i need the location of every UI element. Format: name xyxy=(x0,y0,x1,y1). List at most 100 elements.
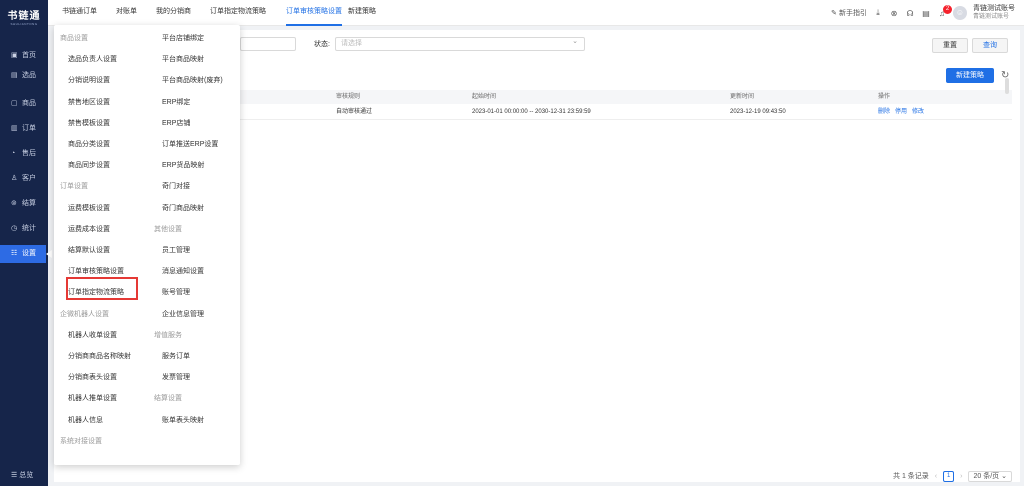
name-filter-input[interactable] xyxy=(240,37,296,51)
menu-group-label: 结算设置 xyxy=(154,395,182,403)
scrollbar[interactable] xyxy=(1005,78,1009,94)
menu-item[interactable]: 订单推送ERP设置 xyxy=(162,139,218,149)
guide-label: 新手指引 xyxy=(839,10,867,17)
menu-item[interactable]: 机器人推单设置 xyxy=(68,393,117,403)
tab-5[interactable]: 新建策略 xyxy=(348,0,376,26)
row-start-time: 2023-01-01 00:00:00 -- 2030-12-31 23:59:… xyxy=(472,109,591,115)
sidebar-item-4[interactable]: ◔ 售后 xyxy=(0,145,48,163)
menu-item[interactable]: 平台商品映射(废弃) xyxy=(162,75,223,85)
menu-item[interactable]: 运费成本设置 xyxy=(68,224,110,234)
tab-1[interactable]: 对账单 xyxy=(116,0,137,26)
sidebar-item-label: 统计 xyxy=(22,225,36,232)
menu-item[interactable]: 平台店铺绑定 xyxy=(162,33,204,43)
menu-item[interactable]: 员工管理 xyxy=(162,245,190,255)
avatar[interactable]: ☺ xyxy=(953,6,967,20)
account-menu[interactable]: 青链测试账号 青链测试账号 xyxy=(973,5,1015,21)
sidebar-item-3[interactable]: ▥ 订单 xyxy=(0,120,48,138)
sidebar-item-2[interactable]: ▢ 商品 xyxy=(0,95,48,113)
search-button[interactable]: 查询 xyxy=(972,38,1008,53)
sidebar-item-6[interactable]: ⊚ 结算 xyxy=(0,195,48,213)
menu-item[interactable]: ERP店铺 xyxy=(162,118,190,128)
settings-menu: 商品设置选品负责人设置 分销说明设置 禁售地区设置 禁售模板设置 商品分类设置 商品同步设… xyxy=(54,25,240,465)
menu-item[interactable]: 机器人信息 xyxy=(68,415,103,425)
menu-item[interactable]: 消息通知设置 xyxy=(162,266,204,276)
total-records: 共 1 条记录 xyxy=(893,473,929,480)
sidebar-item-label: 设置 xyxy=(22,250,36,257)
document-icon[interactable]: ▤ xyxy=(921,9,931,18)
menu-item[interactable]: ERP绑定 xyxy=(162,97,190,107)
tab-0[interactable]: 书链通订单 xyxy=(62,0,97,26)
account-subtitle: 青链测试账号 xyxy=(973,14,1010,20)
menu-item[interactable]: 商品同步设置 xyxy=(68,160,110,170)
menu-item[interactable]: 账单表头映射 xyxy=(162,415,204,425)
pagination: 共 1 条记录 ‹ 1 › 20 条/页 ⌄ xyxy=(893,468,1012,484)
header-rule: 审核规则 xyxy=(336,94,361,100)
download-icon[interactable]: ⤓ xyxy=(873,8,883,18)
menu-item[interactable]: 账号管理 xyxy=(162,287,190,297)
menu-item[interactable]: 订单审核策略设置 xyxy=(68,266,124,276)
sidebar-icon: ▣ xyxy=(11,52,18,59)
row-rule: 自动审核通过 xyxy=(336,109,373,115)
menu-item[interactable]: 分销商商品名称映射 xyxy=(68,351,131,361)
guide-link[interactable]: ✎ 新手指引 xyxy=(831,8,867,18)
menu-group-label: 订单设置 xyxy=(60,183,88,191)
sidebar-icon: ▤ xyxy=(11,72,18,79)
sidebar-icon: ◷ xyxy=(11,225,18,232)
menu-item[interactable]: 禁售地区设置 xyxy=(68,97,110,107)
row-actions: 删除 停用 修改 xyxy=(878,104,929,119)
sidebar-item-0[interactable]: ▣ 首页 xyxy=(0,47,48,65)
sidebar-icon: ◔ xyxy=(11,150,16,157)
sidebar-item-7[interactable]: ◷ 统计 xyxy=(0,220,48,238)
menu-item[interactable]: 发票管理 xyxy=(162,372,190,382)
sidebar-item-1[interactable]: ▤ 选品 xyxy=(0,67,48,85)
bell-icon[interactable]: ♫ 2 xyxy=(937,4,952,18)
shop-icon[interactable]: ⊗ xyxy=(889,9,899,18)
disable-link[interactable]: 停用 xyxy=(895,109,907,115)
next-page-icon[interactable]: › xyxy=(960,473,962,480)
menu-item[interactable]: 企业信息管理 xyxy=(162,309,204,319)
sidebar: 书链通 SHULIANTONG ▣ 首页 ▤ 选品 ▢ 商品 ▥ 订单 ◔ 售后 ♙ 客户 ⊚ 结算 ◷ 统计… xyxy=(0,0,48,486)
sidebar-icon: ▢ xyxy=(11,100,18,107)
header-updated-time: 更新时间 xyxy=(730,94,755,100)
notification-badge: 2 xyxy=(943,4,952,14)
menu-group-label: 商品设置 xyxy=(60,35,88,42)
header-actions: 操作 xyxy=(878,94,891,100)
tab-3[interactable]: 订单指定物流策略 xyxy=(210,0,266,26)
sidebar-icon: ♙ xyxy=(11,175,18,182)
tab-4[interactable]: 订单审核策略设置 xyxy=(286,0,342,26)
sidebar-item-8[interactable]: ☷ 设置 xyxy=(0,245,46,263)
delete-link[interactable]: 删除 xyxy=(878,109,890,115)
menu-item[interactable]: 分销说明设置 xyxy=(68,75,110,85)
logo[interactable]: 书链通 SHULIANTONG xyxy=(0,0,48,26)
guide-icon: ✎ xyxy=(831,10,838,17)
new-policy-button[interactable]: 新建策略 xyxy=(946,68,994,83)
menu-item[interactable]: 运费模板设置 xyxy=(68,203,110,213)
reset-button[interactable]: 重置 xyxy=(932,38,968,53)
menu-item[interactable]: 分销商表头设置 xyxy=(68,372,117,382)
tab-2[interactable]: 我的分销商 xyxy=(156,0,191,26)
menu-item[interactable]: 平台商品映射 xyxy=(162,54,204,64)
edit-link[interactable]: 修改 xyxy=(912,109,924,115)
sidebar-overview[interactable]: ☰ 总览 xyxy=(0,466,48,486)
menu-item[interactable]: 奇门商品映射 xyxy=(162,203,204,213)
sidebar-icon: ▥ xyxy=(11,125,18,132)
status-label: 状态: xyxy=(314,41,330,48)
top-navigation: 书链通订单 对账单 我的分销商 订单指定物流策略 订单审核策略设置 新建策略 ✎ 新手指引… xyxy=(48,0,1024,26)
menu-item[interactable]: 禁售模板设置 xyxy=(68,118,110,128)
chevron-down-icon: ⌄ xyxy=(1001,472,1007,480)
sidebar-item-label: 首页 xyxy=(22,52,36,59)
menu-item[interactable]: 商品分类设置 xyxy=(68,139,110,149)
menu-item[interactable]: 结算默认设置 xyxy=(68,245,110,255)
menu-item[interactable]: 机器人收单设置 xyxy=(68,330,117,340)
status-select[interactable]: 请选择 xyxy=(335,36,585,51)
menu-item[interactable]: 选品负责人设置 xyxy=(68,54,117,64)
page-size-select[interactable]: 20 条/页 ⌄ xyxy=(968,470,1012,482)
header-start-time: 起始时间 xyxy=(472,94,497,100)
menu-item[interactable]: ERP货品映射 xyxy=(162,160,204,170)
menu-item[interactable]: 奇门对接 xyxy=(162,181,190,191)
service-icon[interactable]: ☊ xyxy=(905,9,915,18)
page-number[interactable]: 1 xyxy=(943,470,955,482)
sidebar-item-5[interactable]: ♙ 客户 xyxy=(0,170,48,188)
menu-item[interactable]: 服务订单 xyxy=(162,351,190,361)
prev-page-icon[interactable]: ‹ xyxy=(935,473,937,480)
